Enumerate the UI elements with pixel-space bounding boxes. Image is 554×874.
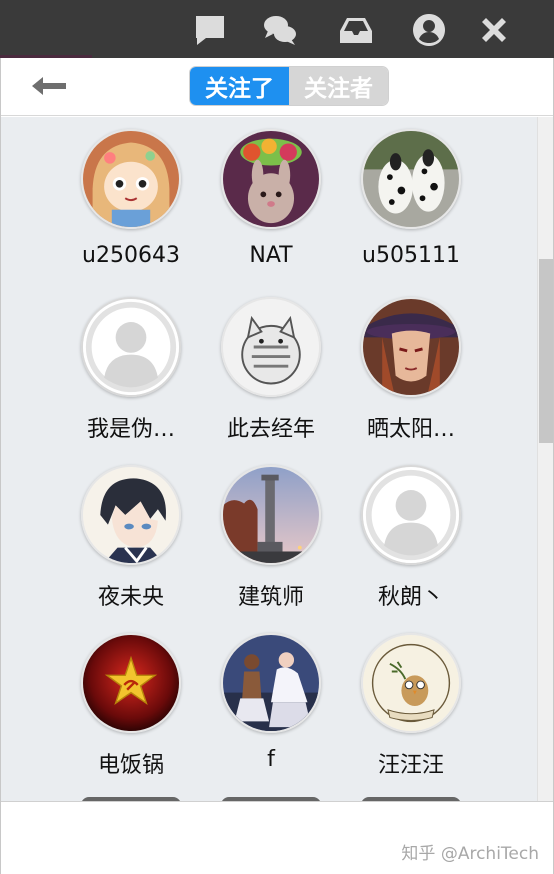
user-name: 建筑师 [237, 585, 304, 610]
nav-bar: 关注了 关注者 [1, 58, 553, 116]
avatar [81, 129, 181, 229]
user-name: 秋朗丶 [377, 585, 444, 610]
user-card[interactable]: 晒太阳… [341, 297, 481, 457]
avatar [81, 297, 181, 397]
avatar [81, 633, 181, 733]
title-bar [0, 0, 554, 58]
close-icon[interactable] [476, 12, 512, 48]
watermark: 知乎 @ArchiTech [401, 844, 539, 864]
scrollbar-thumb[interactable] [539, 259, 553, 443]
user-name: 晒太阳… [366, 417, 455, 442]
avatar [221, 465, 321, 565]
avatar [361, 465, 461, 565]
user-card[interactable]: 电饭锅 [61, 633, 201, 793]
user-card[interactable]: 此去经年 [201, 297, 341, 457]
user-card[interactable]: 我是伪… [61, 297, 201, 457]
user-card[interactable]: u505111 [341, 129, 481, 289]
avatar [361, 633, 461, 733]
app-window: 关注了 关注者 u250643 NAT u505111 我是伪… 此去经年 晒太… [0, 58, 554, 874]
account-icon[interactable] [411, 12, 447, 48]
user-grid: u250643 NAT u505111 我是伪… 此去经年 晒太阳… 夜未央 建… [1, 117, 553, 801]
user-name: u505111 [362, 243, 460, 268]
avatar [361, 297, 461, 397]
user-name: u250643 [82, 243, 180, 268]
scrollbar[interactable] [537, 117, 553, 801]
avatar [221, 129, 321, 229]
avatar [81, 465, 181, 565]
user-name: 此去经年 [226, 417, 315, 442]
user-name: 我是伪… [86, 417, 175, 442]
follow-tabs: 关注了 关注者 [189, 66, 389, 106]
chat-bubbles-icon[interactable] [262, 12, 298, 48]
avatar [221, 633, 321, 733]
user-card[interactable]: NAT [201, 129, 341, 289]
user-card[interactable]: 秋朗丶 [341, 465, 481, 625]
user-name: 夜未央 [97, 585, 164, 610]
user-card[interactable]: f [201, 633, 341, 793]
user-card[interactable]: 夜未央 [61, 465, 201, 625]
back-arrow-icon [32, 77, 66, 95]
user-name: NAT [249, 243, 293, 268]
user-name: 电饭锅 [97, 753, 164, 778]
tab-followers[interactable]: 关注者 [289, 67, 388, 105]
user-name: f [267, 747, 275, 772]
user-card[interactable]: 建筑师 [201, 465, 341, 625]
avatar [361, 129, 461, 229]
user-name: 汪汪汪 [377, 753, 444, 778]
avatar [221, 297, 321, 397]
inbox-icon[interactable] [338, 12, 374, 48]
tab-following[interactable]: 关注了 [190, 67, 289, 105]
user-card[interactable]: u250643 [61, 129, 201, 289]
user-card[interactable]: 汪汪汪 [341, 633, 481, 793]
message-icon[interactable] [192, 12, 228, 48]
back-button[interactable] [27, 70, 71, 102]
footer: 知乎 @ArchiTech [1, 801, 553, 874]
